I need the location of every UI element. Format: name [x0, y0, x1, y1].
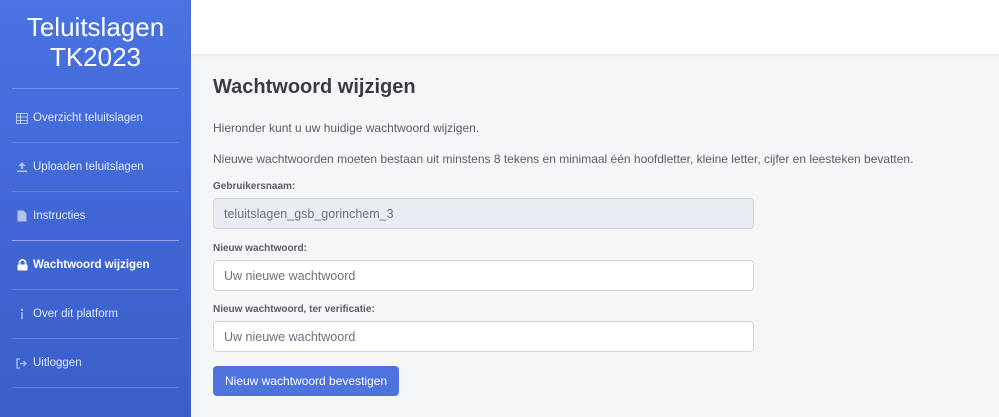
verify-password-input[interactable] [213, 321, 754, 352]
password-requirements-text: Nieuwe wachtwoorden moeten bestaan uit m… [213, 152, 914, 166]
sidebar-item-instructies[interactable]: Instructies [0, 192, 191, 240]
verify-password-group: Nieuw wachtwoord, ter verificatie: [213, 304, 999, 352]
brand-line-2: TK2023 [49, 42, 142, 72]
sidebar-item-wachtwoord[interactable]: Wachtwoord wijzigen [0, 241, 191, 289]
brand-line-1: Teluitslagen [26, 12, 165, 42]
logout-icon [16, 357, 28, 369]
sidebar-item-uitloggen[interactable]: Uitloggen [0, 339, 191, 387]
sidebar-item-uploaden[interactable]: Uploaden teluitslagen [0, 143, 191, 191]
sidebar: Teluitslagen TK2023 Overzicht teluitslag… [0, 0, 191, 417]
sidebar-item-label: Uploaden teluitslagen [33, 161, 144, 173]
sidebar-item-label: Uitloggen [33, 357, 82, 369]
sidebar-item-label: Overzicht teluitslagen [33, 112, 143, 124]
page-title: Wachtwoord wijzigen [213, 76, 416, 98]
new-password-group: Nieuw wachtwoord: [213, 243, 999, 291]
sidebar-item-overzicht[interactable]: Overzicht teluitslagen [0, 94, 191, 142]
document-icon [16, 210, 28, 222]
confirm-password-button[interactable]: Nieuw wachtwoord bevestigen [213, 366, 400, 396]
lock-icon [16, 259, 28, 271]
username-group: Gebruikersnaam: [213, 181, 999, 229]
upload-icon [16, 161, 28, 173]
divider [12, 88, 179, 89]
username-field[interactable] [213, 198, 754, 229]
new-password-input[interactable] [213, 260, 754, 291]
divider [12, 387, 179, 388]
sidebar-item-label: Instructies [33, 210, 86, 222]
table-icon [16, 112, 28, 124]
sidebar-item-label: Over dit platform [33, 308, 118, 320]
username-label: Gebruikersnaam: [213, 181, 296, 192]
main-content: Wachtwoord wijzigen Hieronder kunt u uw … [213, 54, 999, 417]
top-bar [191, 0, 999, 54]
sidebar-item-over[interactable]: Over dit platform [0, 290, 191, 338]
brand[interactable]: Teluitslagen TK2023 [0, 0, 191, 88]
verify-password-label: Nieuw wachtwoord, ter verificatie: [213, 304, 375, 315]
sidebar-item-label: Wachtwoord wijzigen [33, 259, 150, 271]
info-icon [16, 308, 28, 320]
new-password-label: Nieuw wachtwoord: [213, 243, 307, 254]
intro-text: Hieronder kunt u uw huidige wachtwoord w… [213, 121, 480, 135]
